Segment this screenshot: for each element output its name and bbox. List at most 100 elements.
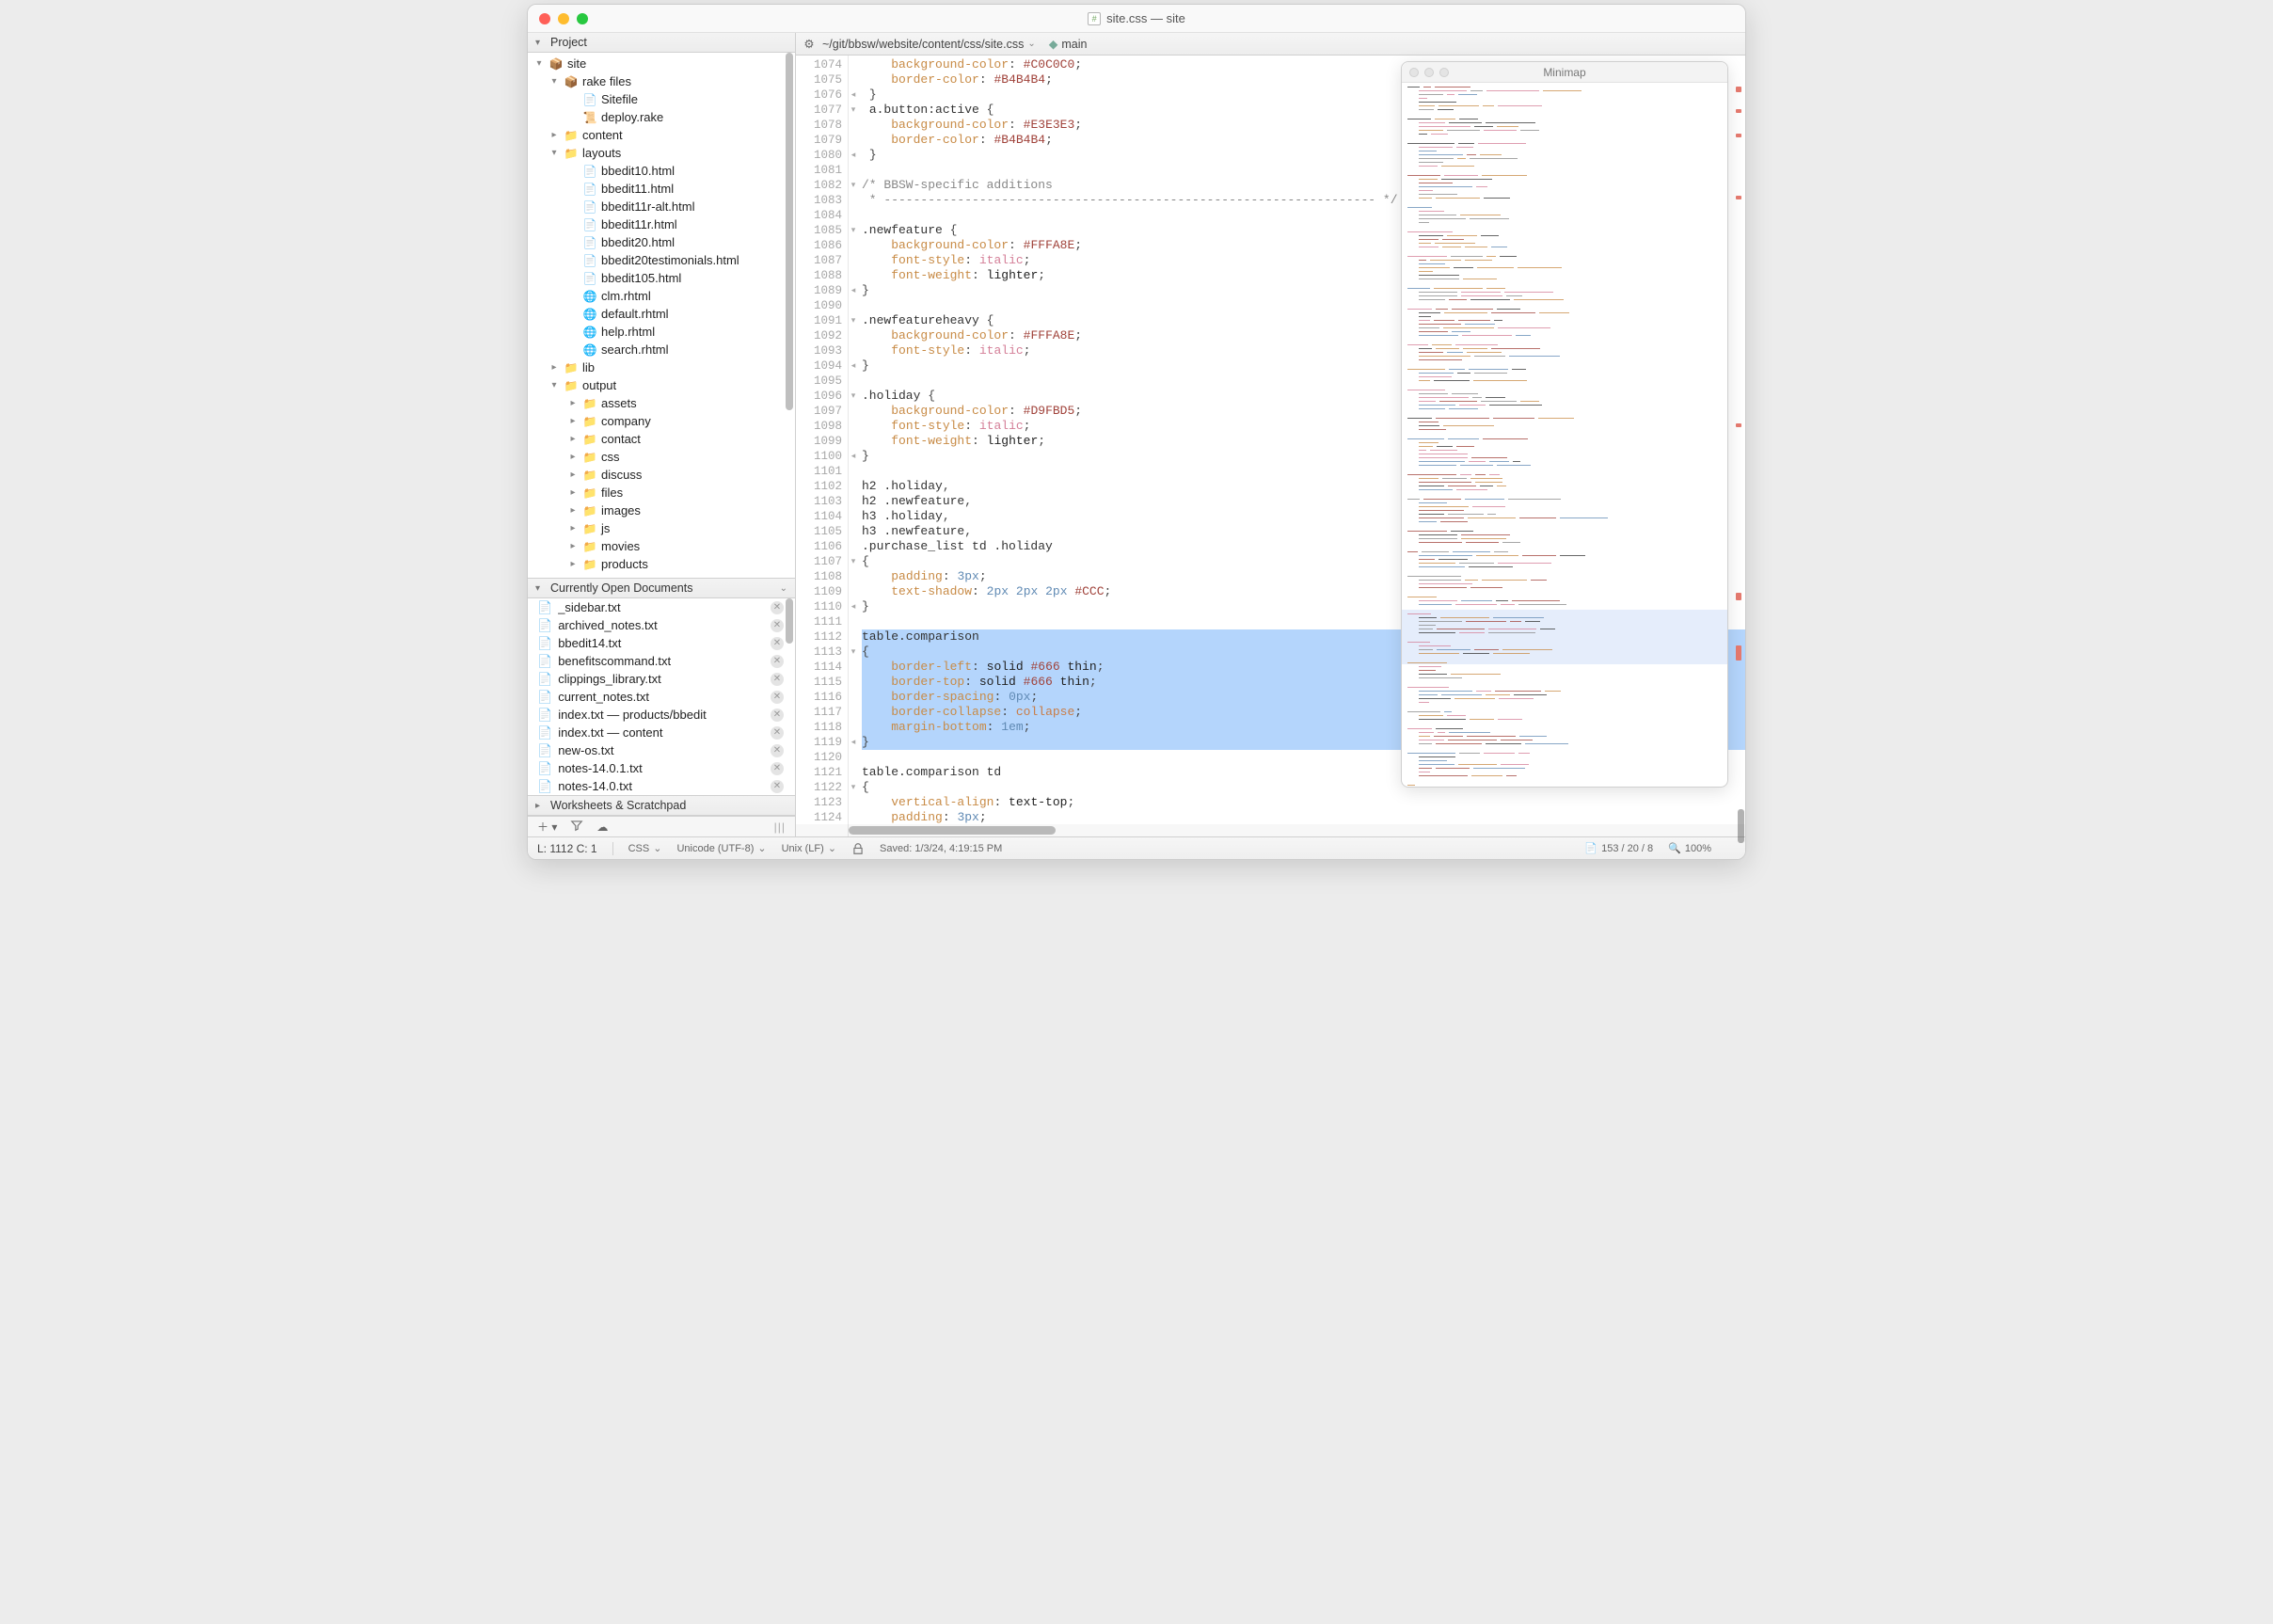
minimap-body[interactable] [1402, 83, 1727, 787]
change-mark[interactable] [1736, 593, 1741, 600]
open-doc-item[interactable]: 📄notes-14.0.txt✕ [528, 777, 795, 795]
tree-item[interactable]: ▾📁layouts [528, 144, 795, 162]
worksheets-header[interactable]: ▸ Worksheets & Scratchpad [528, 795, 795, 816]
close-doc-icon[interactable]: ✕ [771, 601, 784, 614]
disclosure-icon[interactable]: ▾ [548, 380, 560, 390]
tree-item[interactable]: ▸📁images [528, 502, 795, 519]
tree-item[interactable]: 📄bbedit11.html [528, 180, 795, 198]
tree-item[interactable]: ▸📁contact [528, 430, 795, 448]
popup-indicator-icon[interactable]: ⌄ [780, 583, 787, 594]
tree-item[interactable]: ▸📁js [528, 519, 795, 537]
language-popup[interactable]: CSS⌄ [628, 842, 662, 854]
tree-item[interactable]: 🌐help.rhtml [528, 323, 795, 341]
change-mark[interactable] [1736, 87, 1741, 92]
caret-position[interactable]: L: 1112 C: 1 [537, 842, 597, 855]
disclosure-icon[interactable]: ▸ [567, 559, 579, 569]
change-mark[interactable] [1736, 109, 1741, 113]
tree-item[interactable]: ▸📁discuss [528, 466, 795, 484]
vertical-scrollbar-thumb[interactable] [1738, 809, 1744, 843]
disclosure-icon[interactable]: ▾ [533, 58, 545, 69]
encoding-popup[interactable]: Unicode (UTF-8)⌄ [676, 842, 766, 854]
minimize-icon[interactable] [1424, 68, 1434, 77]
change-mark[interactable] [1736, 196, 1741, 199]
titlebar[interactable]: # site.css — site [528, 5, 1745, 33]
open-doc-item[interactable]: 📄benefitscommand.txt✕ [528, 652, 795, 670]
symbol-popup[interactable]: ◆ main [1049, 37, 1088, 51]
close-doc-icon[interactable]: ✕ [771, 637, 784, 650]
open-doc-item[interactable]: 📄clippings_library.txt✕ [528, 670, 795, 688]
tree-item[interactable]: 📄bbedit10.html [528, 162, 795, 180]
close-window-button[interactable] [539, 13, 550, 24]
change-mark[interactable] [1736, 423, 1741, 427]
gutter[interactable]: 107410751076◂1077▾107810791080◂10811082▾… [796, 56, 849, 836]
close-doc-icon[interactable]: ✕ [771, 691, 784, 704]
tree-item[interactable]: ▾📦rake files [528, 72, 795, 90]
open-doc-item[interactable]: 📄index.txt — products/bbedit✕ [528, 706, 795, 724]
disclosure-icon[interactable]: ▸ [535, 801, 547, 811]
zoom-window-button[interactable] [577, 13, 588, 24]
tree-item[interactable]: 📄Sitefile [528, 90, 795, 108]
disclosure-icon[interactable]: ▸ [567, 398, 579, 408]
close-doc-icon[interactable]: ✕ [771, 673, 784, 686]
tree-item[interactable]: 📄bbedit105.html [528, 269, 795, 287]
change-mark[interactable] [1736, 134, 1741, 137]
minimap-window[interactable]: Minimap [1401, 61, 1728, 788]
tree-item[interactable]: 📄bbedit11r-alt.html [528, 198, 795, 215]
gear-icon[interactable]: ⚙︎ [802, 37, 817, 51]
tree-item[interactable]: ▸📁content [528, 126, 795, 144]
open-docs-list[interactable]: 📄_sidebar.txt✕📄archived_notes.txt✕📄bbedi… [528, 598, 795, 795]
open-doc-item[interactable]: 📄bbedit14.txt✕ [528, 634, 795, 652]
open-doc-item[interactable]: 📄current_notes.txt✕ [528, 688, 795, 706]
tree-item[interactable]: ▾📁output [528, 376, 795, 394]
disclosure-icon[interactable]: ▾ [535, 38, 547, 48]
close-doc-icon[interactable]: ✕ [771, 655, 784, 668]
tree-item[interactable]: 📄bbedit20testimonials.html [528, 251, 795, 269]
nav-bar[interactable]: ⚙︎ ~/git/bbsw/website/content/css/site.c… [796, 33, 1745, 56]
disclosure-icon[interactable]: ▸ [567, 541, 579, 551]
disclosure-icon[interactable]: ▾ [548, 76, 560, 87]
tree-item[interactable]: ▸📁css [528, 448, 795, 466]
zoom-icon[interactable] [1439, 68, 1449, 77]
close-doc-icon[interactable]: ✕ [771, 762, 784, 775]
tree-item[interactable]: ▾📦site [528, 55, 795, 72]
tree-item[interactable]: ▸📁lib [528, 358, 795, 376]
disclosure-icon[interactable]: ▾ [548, 148, 560, 158]
tree-item[interactable]: ▸📁assets [528, 394, 795, 412]
open-doc-item[interactable]: 📄new-os.txt✕ [528, 741, 795, 759]
tree-scrollbar[interactable] [785, 53, 794, 578]
change-marker-bar[interactable] [1736, 85, 1743, 814]
close-icon[interactable] [1409, 68, 1419, 77]
zoom-level[interactable]: 🔍 100% [1668, 842, 1711, 854]
tree-item[interactable]: ▸📁s5 [528, 573, 795, 578]
tree-item[interactable]: 📜deploy.rake [528, 108, 795, 126]
disclosure-icon[interactable]: ▸ [567, 523, 579, 533]
disclosure-icon[interactable]: ▸ [567, 470, 579, 480]
disclosure-icon[interactable]: ▸ [567, 452, 579, 462]
close-doc-icon[interactable]: ✕ [771, 726, 784, 740]
path-popup[interactable]: ~/git/bbsw/website/content/css/site.css … [822, 38, 1036, 51]
tree-item[interactable]: 📄bbedit11r.html [528, 215, 795, 233]
disclosure-icon[interactable]: ▸ [567, 577, 579, 578]
open-doc-item[interactable]: 📄archived_notes.txt✕ [528, 616, 795, 634]
document-stats[interactable]: 📄 153 / 20 / 8 [1584, 842, 1653, 854]
project-tree[interactable]: ▾📦site▾📦rake files📄Sitefile📜deploy.rake▸… [528, 53, 795, 578]
tree-item[interactable]: ▸📁company [528, 412, 795, 430]
filter-icon[interactable] [570, 819, 583, 835]
horizontal-scrollbar[interactable] [796, 824, 1745, 836]
change-mark[interactable] [1736, 645, 1741, 661]
close-doc-icon[interactable]: ✕ [771, 744, 784, 757]
tree-item[interactable]: 📄bbedit20.html [528, 233, 795, 251]
close-doc-icon[interactable]: ✕ [771, 780, 784, 793]
cloud-icon[interactable]: ☁︎ [596, 820, 608, 834]
tree-item[interactable]: ▸📁movies [528, 537, 795, 555]
close-doc-icon[interactable]: ✕ [771, 709, 784, 722]
line-endings-popup[interactable]: Unix (LF)⌄ [782, 842, 836, 854]
open-docs-header[interactable]: ▾ Currently Open Documents ⌄ [528, 579, 795, 598]
tree-item[interactable]: 🌐search.rhtml [528, 341, 795, 358]
minimap-titlebar[interactable]: Minimap [1402, 62, 1727, 83]
disclosure-icon[interactable]: ▾ [535, 583, 547, 594]
project-panel-header[interactable]: ▾ Project [528, 33, 795, 53]
tree-item[interactable]: ▸📁products [528, 555, 795, 573]
disclosure-icon[interactable]: ▸ [567, 487, 579, 498]
disclosure-icon[interactable]: ▸ [567, 505, 579, 516]
